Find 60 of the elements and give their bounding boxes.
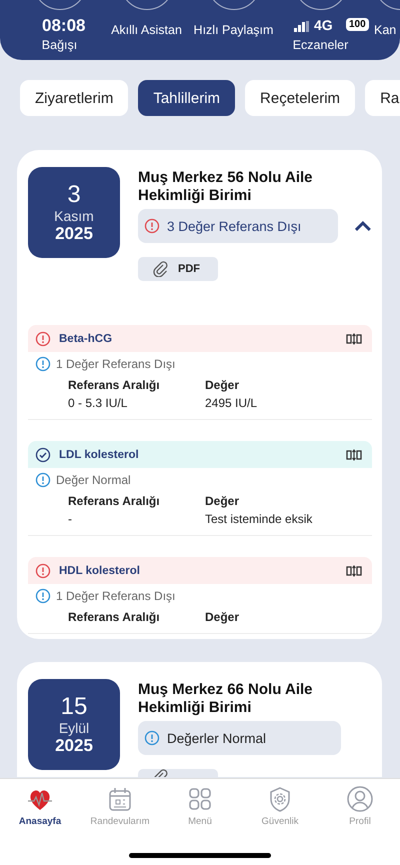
info-icon: [35, 588, 51, 604]
action-label: Eczaneler: [292, 38, 350, 53]
date-year: 2025: [55, 224, 93, 244]
result-header[interactable]: Beta-hCG: [28, 325, 372, 352]
tab[interactable]: Ziyaretlerim: [20, 80, 128, 116]
tab[interactable]: Tahlillerim: [138, 80, 236, 116]
status-text: 3 Değer Referans Dışı: [167, 218, 302, 234]
date-month: Kasım: [54, 208, 94, 224]
info-icon: [35, 472, 51, 488]
battery-level: 100: [346, 18, 369, 31]
column-label: Referans Aralığı: [68, 610, 161, 624]
date-year: 2025: [55, 736, 93, 756]
result-header[interactable]: HDL kolesterol: [28, 557, 372, 584]
column-label: Referans Aralığı: [68, 494, 161, 508]
facility-name: Muş Merkez 56 Nolu Aile Hekimliği Birimi: [138, 169, 314, 205]
date-day: 15: [60, 694, 88, 720]
action-label: Hızlı Paylaşım: [194, 23, 274, 38]
compare-icon[interactable]: [346, 564, 362, 576]
nav-label[interactable]: Anasayfa: [18, 816, 62, 827]
info-icon: [35, 356, 51, 372]
compare-icon[interactable]: [346, 332, 362, 344]
result-value: 2495 IU/L: [205, 396, 258, 410]
status-info-icon: [144, 730, 160, 746]
signal-icon: [294, 21, 310, 33]
paperclip-icon: [152, 261, 168, 277]
tab[interactable]: Reçetelerim: [245, 80, 356, 116]
network-label: 4G: [314, 17, 333, 33]
column-label: Değer: [205, 378, 240, 392]
test-name: Beta-hCG: [59, 332, 114, 344]
column-label: Değer: [205, 610, 240, 624]
status-time: 08:08: [42, 16, 86, 36]
facility-name: Muş Merkez 66 Nolu Aile Hekimliği Birimi: [138, 681, 314, 717]
profile-icon[interactable]: [347, 786, 373, 812]
test-name: HDL kolesterol: [59, 564, 141, 576]
action-label: Kan: [374, 23, 396, 38]
check-circle-icon: [35, 446, 51, 462]
column-label: Referans Aralığı: [68, 378, 161, 392]
calendar-icon[interactable]: [107, 786, 133, 812]
result-header[interactable]: LDL kolesterol: [28, 441, 372, 468]
result-note: Değer Normal: [56, 473, 131, 487]
date-month: Eylül: [58, 720, 90, 736]
result-value: 0 - 5.3 IU/L: [68, 396, 128, 410]
warning-icon: [35, 330, 51, 346]
result-note: 1 Değer Referans Dışı: [56, 589, 176, 603]
tab[interactable]: Ra: [365, 80, 400, 116]
compare-icon[interactable]: [346, 448, 362, 460]
column-label: Değer: [205, 494, 240, 508]
chevron-up-icon[interactable]: [354, 220, 372, 232]
date-day: 3: [67, 182, 81, 208]
action-label: Akıllı Asistan: [110, 23, 183, 38]
pdf-button[interactable]: PDF: [138, 257, 218, 281]
grid-icon[interactable]: [187, 786, 213, 812]
action-label: Bağışı: [40, 38, 78, 53]
result-value: Test isteminde eksik: [205, 512, 314, 526]
status-warning-icon: [144, 218, 160, 234]
result-note: 1 Değer Referans Dışı: [56, 357, 176, 371]
result-value: -: [68, 512, 73, 526]
status-text: Değerler Normal: [167, 730, 266, 746]
warning-icon: [35, 562, 51, 578]
test-name: LDL kolesterol: [59, 448, 140, 460]
